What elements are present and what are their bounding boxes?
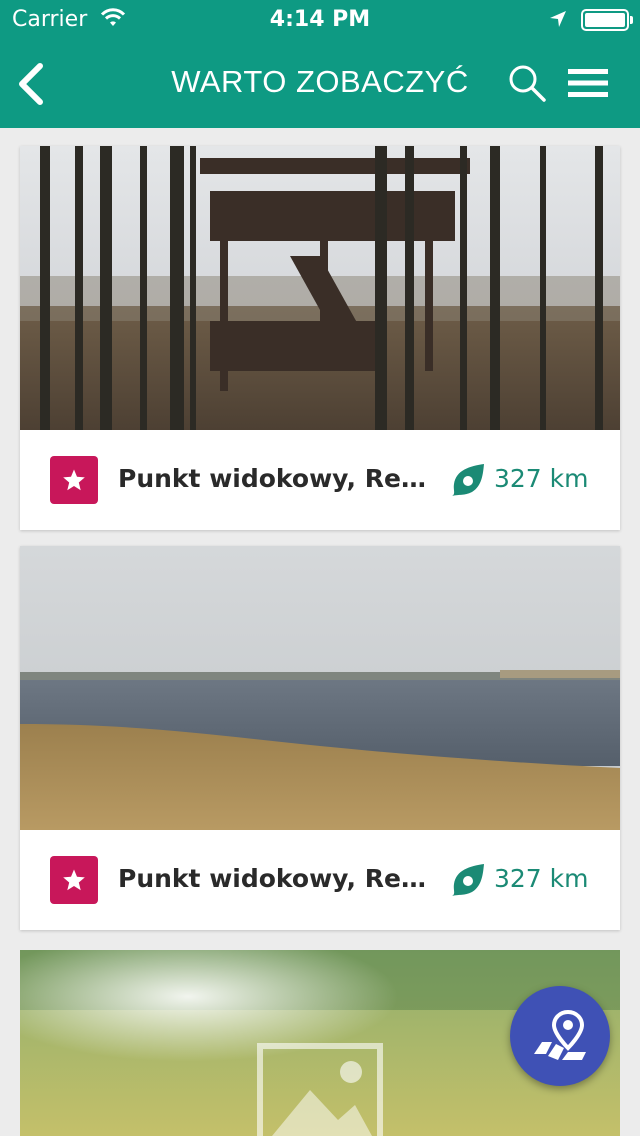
distance-label: 327 km <box>494 464 589 493</box>
distance-label: 327 km <box>494 864 589 893</box>
favorite-badge[interactable] <box>50 856 98 904</box>
map-view-button[interactable] <box>510 986 610 1086</box>
star-icon <box>63 469 85 491</box>
location-arrow-icon <box>548 9 568 35</box>
menu-button[interactable] <box>566 68 610 98</box>
search-button[interactable] <box>506 62 548 104</box>
compass-icon <box>452 464 484 496</box>
hamburger-menu-icon <box>568 69 608 97</box>
place-photo <box>20 146 620 430</box>
place-name: Punkt widokowy, Rezerwat Beka <box>118 464 436 493</box>
map-pin-icon <box>534 1009 586 1060</box>
battery-icon <box>581 9 633 31</box>
compass-icon <box>452 864 484 896</box>
star-icon <box>63 869 85 891</box>
place-name: Punkt widokowy, Rezerwat Beka <box>118 864 436 893</box>
status-bar: Carrier 4:14 PM <box>0 0 640 40</box>
navigation-bar: WARTO ZOBACZYĆ <box>0 40 640 128</box>
favorite-badge[interactable] <box>50 456 98 504</box>
search-icon <box>509 65 546 102</box>
place-card[interactable]: Punkt widokowy, Rezerwat Beka 327 km <box>20 146 620 530</box>
status-time: 4:14 PM <box>269 7 371 32</box>
place-photo <box>20 546 620 830</box>
place-card[interactable]: Punkt widokowy, Rezerwat Beka 327 km <box>20 546 620 930</box>
